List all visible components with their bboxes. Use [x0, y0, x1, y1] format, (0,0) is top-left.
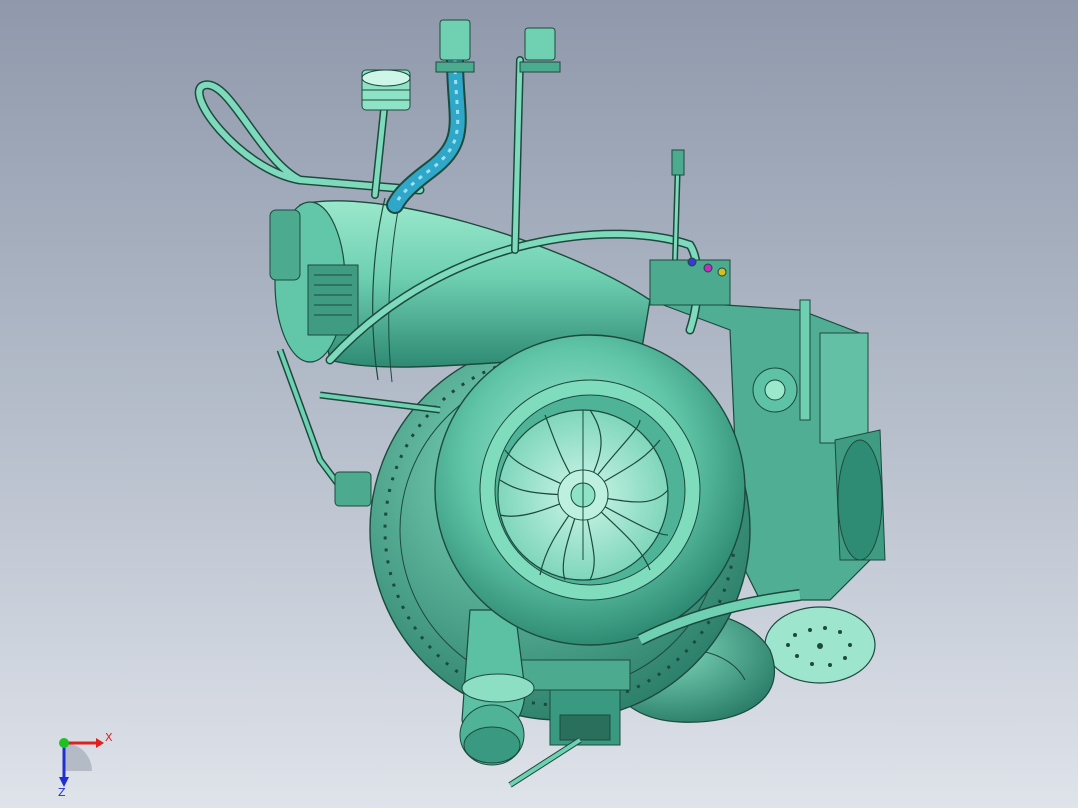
x-axis-label: X — [105, 731, 113, 744]
y-axis-dot — [59, 738, 69, 748]
axis-triad: X Z — [44, 725, 124, 800]
triad-plane — [64, 743, 92, 771]
engine-assembly-model[interactable] — [0, 0, 1078, 808]
perforated-disc[interactable] — [764, 606, 876, 684]
mounting-bracket[interactable] — [508, 659, 631, 788]
sensor-cluster[interactable] — [649, 257, 731, 306]
z-axis-label: Z — [58, 786, 66, 799]
compressor-wheel[interactable] — [497, 409, 669, 581]
cad-3d-viewport[interactable]: X Z — [0, 0, 1078, 808]
